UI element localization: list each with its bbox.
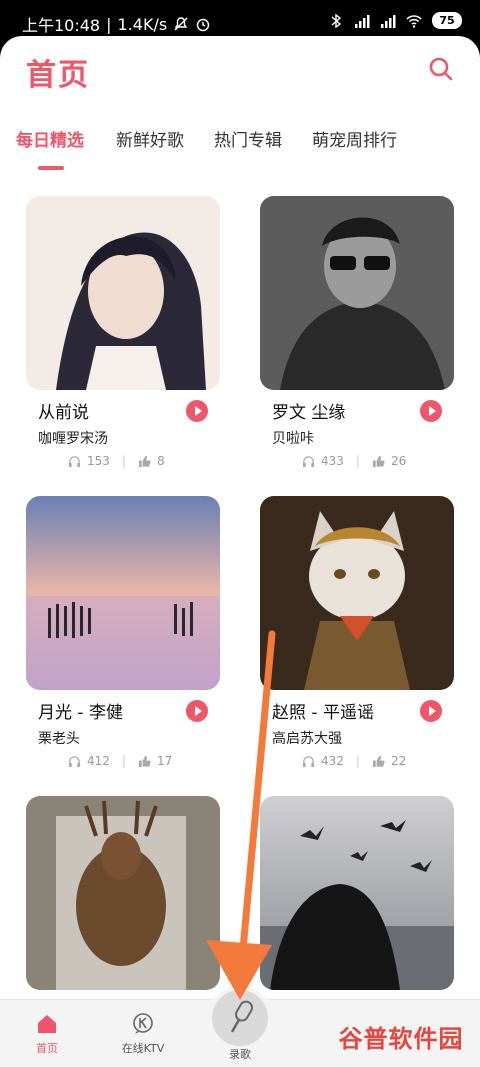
song-card[interactable] <box>26 796 220 990</box>
nav-ktv[interactable]: 在线KTV <box>98 1012 188 1056</box>
like-count: 17 <box>156 754 173 768</box>
signal-icon <box>355 14 370 28</box>
stats-divider: | <box>355 754 360 768</box>
signal-2-icon <box>381 14 396 28</box>
song-artist: 咖喱罗宋汤 <box>38 431 108 447</box>
headphones-icon <box>302 455 315 467</box>
thumbs-up-icon <box>138 755 151 767</box>
tab-indicator <box>38 166 64 170</box>
song-artist: 高启苏大强 <box>272 731 342 747</box>
bluetooth-icon <box>331 13 342 28</box>
thumbs-up-icon <box>138 455 151 467</box>
song-card[interactable]: 罗文 尘缘 贝啦咔 433 | 26 <box>260 196 454 468</box>
play-count: 412 <box>87 754 110 768</box>
song-cover[interactable] <box>26 196 220 390</box>
play-icon[interactable] <box>420 700 442 722</box>
watermark-logo: 谷普软件园 <box>330 1016 472 1056</box>
song-stats: 432 | 22 <box>302 754 406 768</box>
status-left: 上午10:48 | 1.4K/s <box>22 12 211 36</box>
song-title: 月光 - 李健 <box>38 703 123 723</box>
song-title: 从前说 <box>38 403 89 423</box>
stats-divider: | <box>355 454 360 468</box>
song-stats: 153 | 8 <box>68 454 165 468</box>
stats-divider: | <box>121 754 126 768</box>
song-artist: 贝啦咔 <box>272 431 314 447</box>
song-stats: 433 | 26 <box>302 454 406 468</box>
header: 首页 <box>0 36 480 108</box>
nav-ktv-label: 在线KTV <box>121 1042 165 1055</box>
song-cover[interactable] <box>260 196 454 390</box>
home-icon <box>38 1015 56 1033</box>
song-cover[interactable] <box>260 796 454 990</box>
song-card[interactable] <box>260 796 454 990</box>
microphone-icon <box>230 1000 253 1033</box>
headphones-icon <box>68 755 81 767</box>
battery-indicator: 75 <box>432 12 462 29</box>
song-card[interactable]: 从前说 咖喱罗宋汤 153 | 8 <box>26 196 220 468</box>
page-title: 首页 <box>26 58 90 93</box>
mute-icon <box>174 17 188 31</box>
song-cover[interactable] <box>26 496 220 690</box>
watermark-text: 谷普软件园 <box>338 1024 464 1053</box>
tab-pet-weekly[interactable]: 萌宠周排行 <box>312 126 397 151</box>
status-divider: | <box>106 14 112 34</box>
like-count: 22 <box>390 754 407 768</box>
category-tabs: 每日精选 新鲜好歌 热门专辑 萌宠周排行 <box>0 126 480 172</box>
song-cover[interactable] <box>260 496 454 690</box>
song-card[interactable]: 赵照 - 平遥谣 高启苏大强 432 | 22 <box>260 496 454 768</box>
like-count: 26 <box>390 454 407 468</box>
song-cover[interactable] <box>26 796 220 990</box>
tab-daily-picks[interactable]: 每日精选 <box>16 126 84 151</box>
tab-new-songs[interactable]: 新鲜好歌 <box>116 126 184 151</box>
ktv-icon <box>133 1013 153 1034</box>
like-count: 8 <box>156 454 165 468</box>
play-icon[interactable] <box>186 400 208 422</box>
play-count: 432 <box>321 754 344 768</box>
nav-home[interactable]: 首页 <box>2 1012 92 1056</box>
alarm-icon <box>196 18 210 32</box>
nav-record-label: 录歌 <box>229 1048 251 1061</box>
nav-home-label: 首页 <box>36 1042 58 1055</box>
song-title: 赵照 - 平遥谣 <box>272 703 374 723</box>
thumbs-up-icon <box>372 755 385 767</box>
play-icon[interactable] <box>186 700 208 722</box>
record-button[interactable] <box>208 986 272 1050</box>
play-count: 433 <box>321 454 344 468</box>
song-artist: 栗老头 <box>38 731 80 747</box>
search-icon[interactable] <box>428 56 454 82</box>
play-count: 153 <box>87 454 110 468</box>
wifi-icon <box>406 14 422 28</box>
song-title: 罗文 尘缘 <box>272 403 346 423</box>
headphones-icon <box>68 455 81 467</box>
stats-divider: | <box>121 454 126 468</box>
song-card[interactable]: 月光 - 李健 栗老头 412 | 17 <box>26 496 220 768</box>
headphones-icon <box>302 755 315 767</box>
status-time: 上午10:48 <box>22 16 101 35</box>
status-speed: 1.4K/s <box>117 14 168 34</box>
thumbs-up-icon <box>372 455 385 467</box>
play-icon[interactable] <box>420 400 442 422</box>
status-right: 75 <box>328 12 462 29</box>
tab-hot-albums[interactable]: 热门专辑 <box>214 126 282 151</box>
song-stats: 412 | 17 <box>68 754 172 768</box>
app-screen: 首页 每日精选 新鲜好歌 热门专辑 萌宠周排行 从前说 咖喱罗宋汤 153 | … <box>0 36 480 1067</box>
